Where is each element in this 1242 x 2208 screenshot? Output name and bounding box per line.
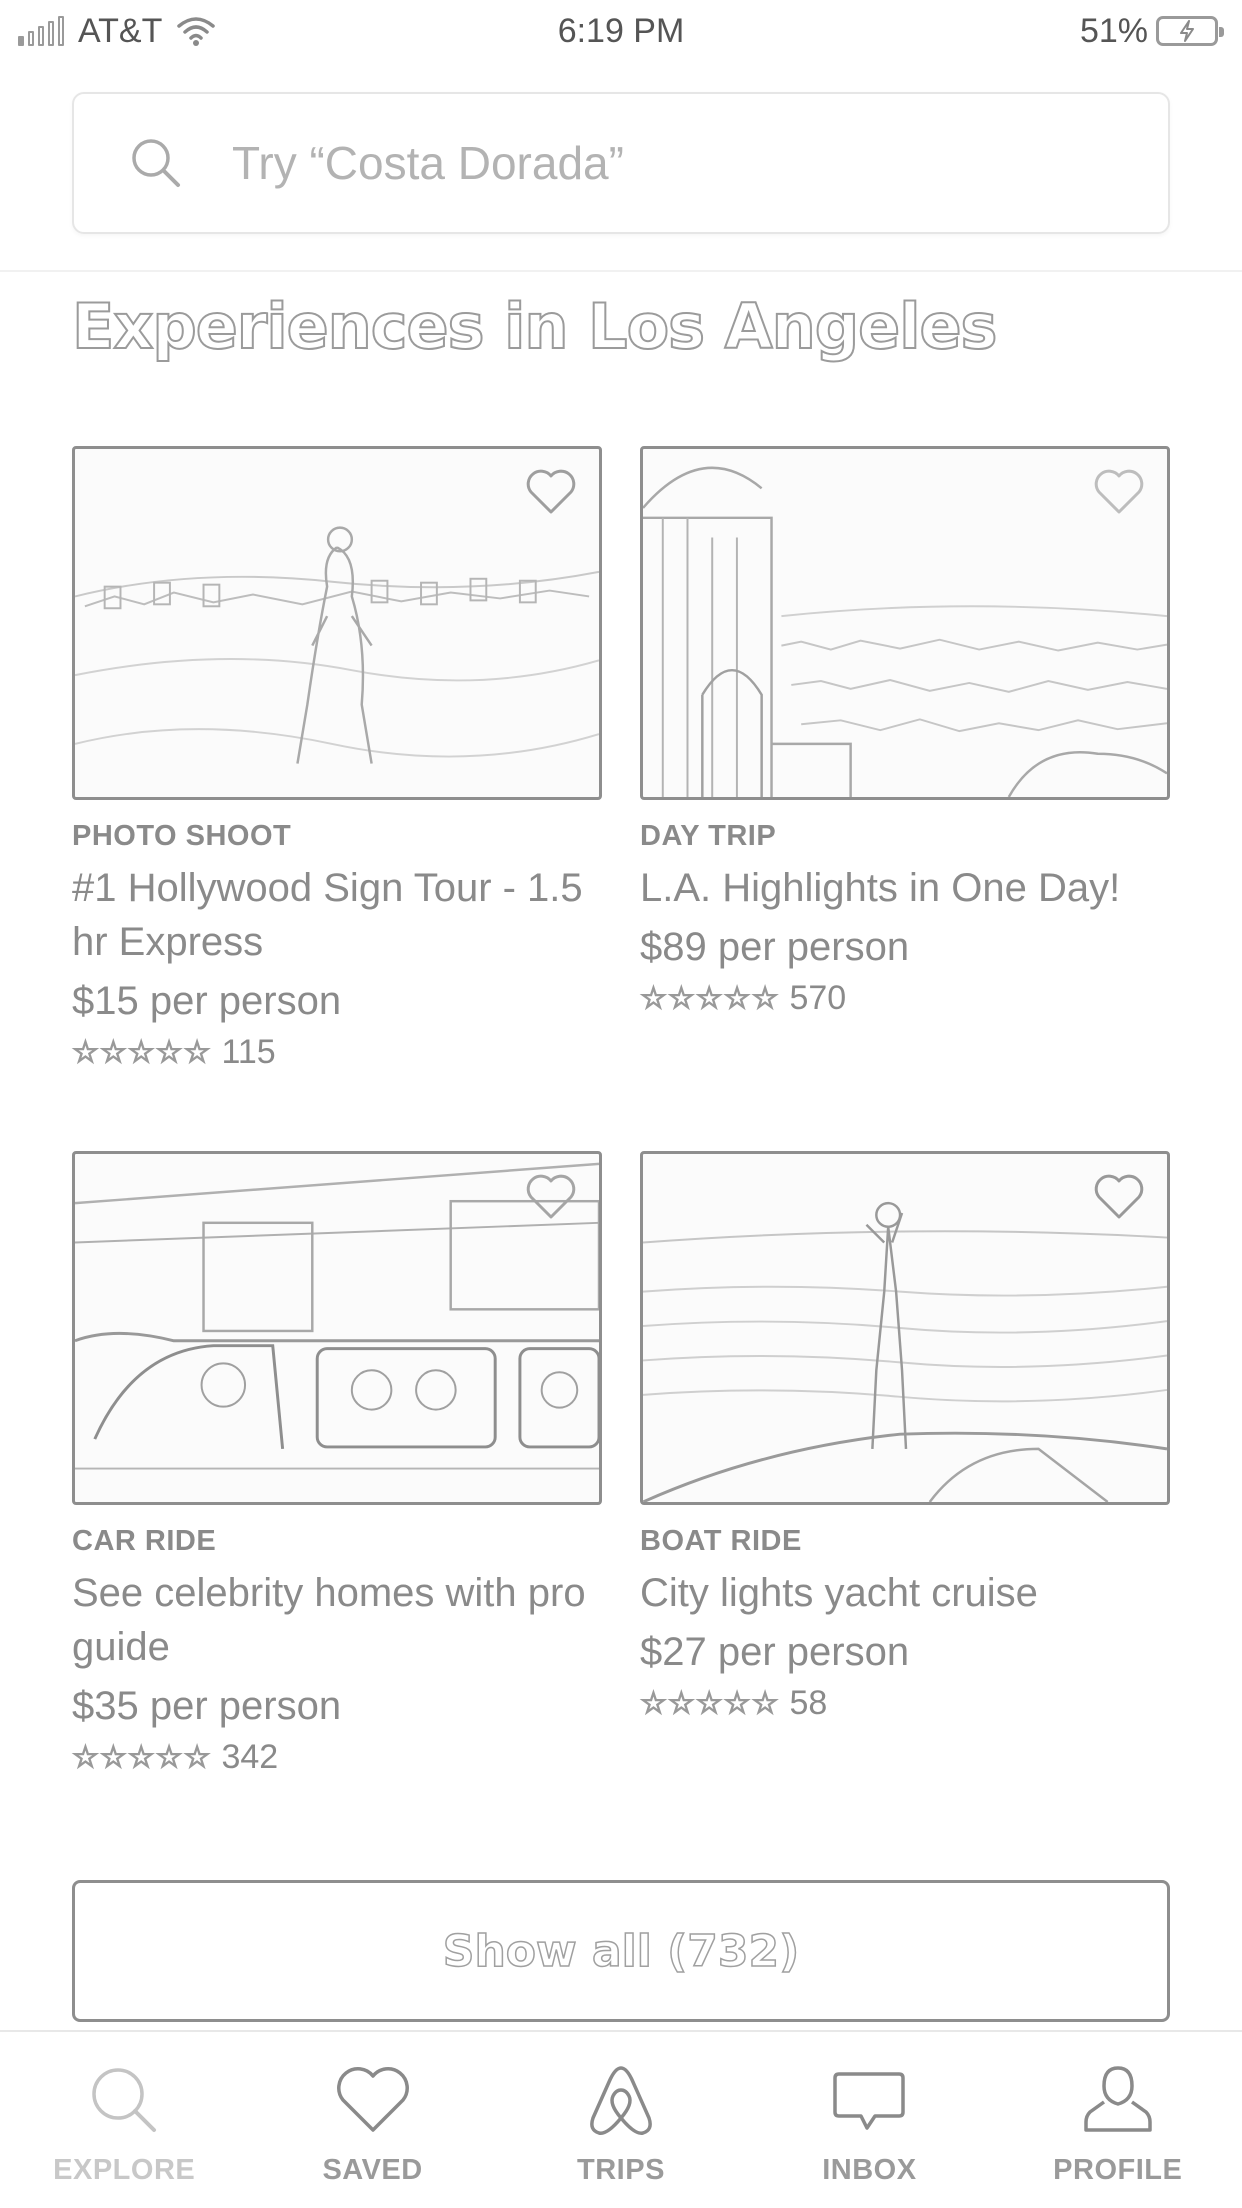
tab-label: SAVED [322,2154,423,2186]
tab-profile[interactable]: PROFILE [1008,2032,1228,2187]
experience-image[interactable] [640,1151,1170,1505]
hollywood-sign-photo [75,526,599,764]
save-heart-button[interactable] [523,1170,579,1222]
search-icon [132,139,180,187]
search-icon [92,2068,157,2132]
experience-title[interactable]: #1 Hollywood Sign Tour - 1.5 hr Express [72,861,602,969]
experience-image[interactable] [640,446,1170,800]
tab-label: PROFILE [1053,2154,1183,2186]
show-all-button[interactable]: Show all (732) [72,1880,1170,2022]
star-rating-icon: ☆☆☆☆☆ [639,1686,780,1721]
chat-bubble-icon [833,2072,906,2130]
save-heart-button[interactable] [1091,1170,1147,1222]
experience-rating: ☆☆☆☆☆ 58 [639,1684,1170,1723]
experience-image[interactable] [72,446,602,800]
tab-label: EXPLORE [53,2154,196,2186]
experience-price: $27 per person [640,1630,910,1674]
experience-card[interactable]: DAY TRIP L.A. Highlights in One Day! $89… [639,446,1170,1018]
tab-label: INBOX [822,2154,917,2186]
experience-card[interactable]: PHOTO SHOOT #1 Hollywood Sign Tour - 1.5… [71,446,602,1072]
cellular-signal-icon [18,16,64,46]
yacht-ocean-photo [643,1201,1167,1502]
experience-title[interactable]: See celebrity homes with pro guide [72,1566,602,1674]
experience-category: BOAT RIDE [640,1525,802,1557]
tab-saved[interactable]: SAVED [263,2032,483,2187]
review-count: 570 [789,979,847,1017]
experience-category: PHOTO SHOOT [72,820,292,852]
search-bar[interactable] [72,92,1170,234]
experience-card[interactable]: BOAT RIDE City lights yacht cruise $27 p… [639,1151,1170,1723]
experience-price: $89 per person [640,925,910,969]
bottom-tab-bar: EXPLORE SAVED TRIPS INBOX PROFILE [0,2030,1242,2208]
experience-title[interactable]: City lights yacht cruise [640,1566,1170,1620]
search-input[interactable] [232,136,1032,190]
section-title: Experiences in Los Angeles [71,289,998,364]
experience-category: CAR RIDE [72,1525,217,1557]
review-count: 58 [789,1684,828,1722]
tab-inbox[interactable]: INBOX [759,2032,979,2187]
person-icon [1084,2066,1152,2132]
tab-trips[interactable]: TRIPS [511,2032,731,2187]
status-bar: AT&T 6:19 PM 51% [0,0,1242,62]
experience-price: $35 per person [72,1684,342,1728]
review-count: 342 [221,1738,279,1776]
experience-price: $15 per person [72,979,342,1023]
star-rating-icon: ☆☆☆☆☆ [639,981,780,1016]
status-left: AT&T [18,12,216,51]
search-header [0,62,1242,272]
experience-card[interactable]: CAR RIDE See celebrity homes with pro gu… [71,1151,602,1777]
save-heart-button[interactable] [523,465,579,517]
experience-rating: ☆☆☆☆☆ 115 [71,1033,602,1072]
tab-label: TRIPS [577,2154,665,2186]
battery-percentage: 51% [1079,11,1148,50]
status-right: 51% [1079,11,1224,51]
wifi-icon [177,17,216,46]
experience-title[interactable]: L.A. Highlights in One Day! [640,861,1170,915]
airbnb-logo-icon [590,2066,652,2135]
heart-icon [336,2067,409,2132]
experience-category: DAY TRIP [640,820,777,852]
carrier-label: AT&T [78,11,163,50]
experience-rating: ☆☆☆☆☆ 570 [639,979,1170,1018]
battery-icon [1156,16,1224,46]
experience-image[interactable] [72,1151,602,1505]
charging-bolt-icon [1180,20,1194,42]
tab-explore[interactable]: EXPLORE [14,2032,234,2187]
tour-van-photo [75,1162,599,1470]
experience-rating: ☆☆☆☆☆ 342 [71,1738,602,1777]
observatory-city-view-photo [643,466,1167,797]
save-heart-button[interactable] [1091,465,1147,517]
review-count: 115 [221,1033,276,1071]
star-rating-icon: ☆☆☆☆☆ [71,1035,212,1070]
star-rating-icon: ☆☆☆☆☆ [71,1740,212,1775]
